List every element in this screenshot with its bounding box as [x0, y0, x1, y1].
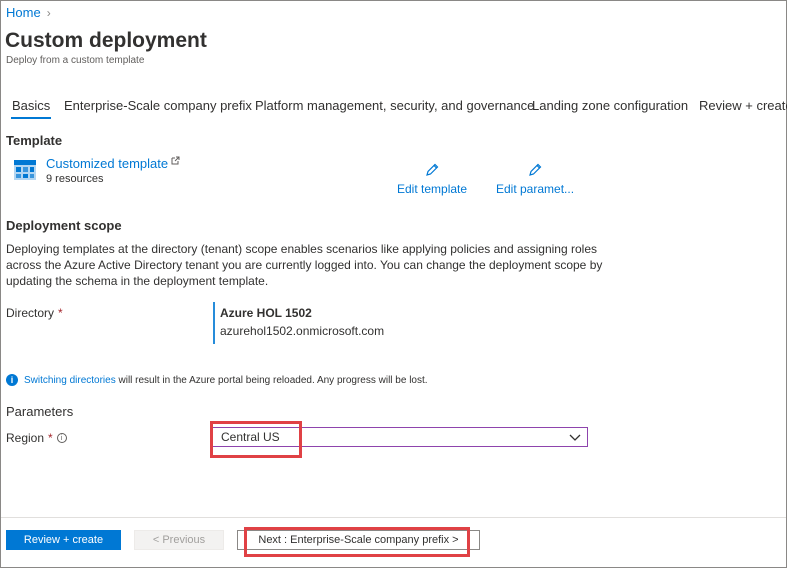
tab-basics[interactable]: Basics [10, 98, 52, 119]
directory-label-text: Directory [6, 306, 55, 320]
region-highlight-box [210, 421, 302, 458]
previous-button[interactable]: < Previous [134, 530, 224, 550]
chevron-right-icon: › [46, 5, 51, 20]
customized-template-link[interactable]: Customized template [46, 156, 180, 171]
edit-parameters-label: Edit paramet... [496, 182, 575, 196]
info-message: i Switching directories will result in t… [6, 374, 428, 386]
customized-template-label: Customized template [46, 156, 169, 171]
breadcrumb-home-link[interactable]: Home [6, 5, 41, 20]
review-create-button[interactable]: Review + create [6, 530, 121, 550]
template-grid-icon [14, 160, 36, 180]
next-highlight-box [244, 527, 470, 557]
directory-domain: azurehol1502.onmicrosoft.com [220, 324, 385, 338]
footer-divider [1, 517, 786, 518]
region-label-text: Region [6, 431, 45, 445]
directory-label: Directory * [6, 306, 63, 320]
template-resource-count: 9 resources [46, 173, 104, 185]
pencil-icon [529, 163, 542, 176]
parameters-heading: Parameters [6, 404, 74, 419]
deployment-scope-description: Deploying templates at the directory (te… [6, 242, 603, 288]
region-label: Region * i [6, 431, 67, 445]
tab-review-create[interactable]: Review + create [699, 98, 787, 113]
breadcrumb: Home › [6, 5, 51, 20]
directory-accent-bar [213, 302, 215, 344]
deployment-scope-heading: Deployment scope [6, 218, 122, 233]
external-link-icon [171, 156, 180, 165]
template-heading: Template [6, 133, 63, 148]
tab-company-prefix[interactable]: Enterprise-Scale company prefix [64, 98, 252, 113]
switching-directories-link[interactable]: Switching directories [24, 375, 116, 386]
directory-name: Azure HOL 1502 [220, 306, 312, 320]
chevron-down-icon [569, 434, 581, 441]
pencil-icon [426, 163, 439, 176]
info-icon: i [6, 374, 18, 386]
tab-platform-management[interactable]: Platform management, security, and gover… [255, 98, 534, 113]
edit-template-label: Edit template [397, 182, 468, 196]
required-mark: * [48, 431, 53, 445]
tab-landing-zone[interactable]: Landing zone configuration [532, 98, 688, 113]
info-text: will result in the Azure portal being re… [118, 374, 428, 386]
page-title: Custom deployment [5, 29, 207, 52]
edit-parameters-button[interactable]: Edit paramet... [496, 162, 574, 196]
wizard-tabs: Basics Enterprise-Scale company prefix P… [0, 98, 787, 119]
info-text-wrap: Switching directories will result in the… [24, 375, 428, 386]
info-tooltip-icon[interactable]: i [56, 433, 67, 443]
edit-template-button[interactable]: Edit template [397, 162, 467, 196]
required-mark: * [58, 306, 63, 320]
page-subtitle: Deploy from a custom template [6, 55, 145, 66]
